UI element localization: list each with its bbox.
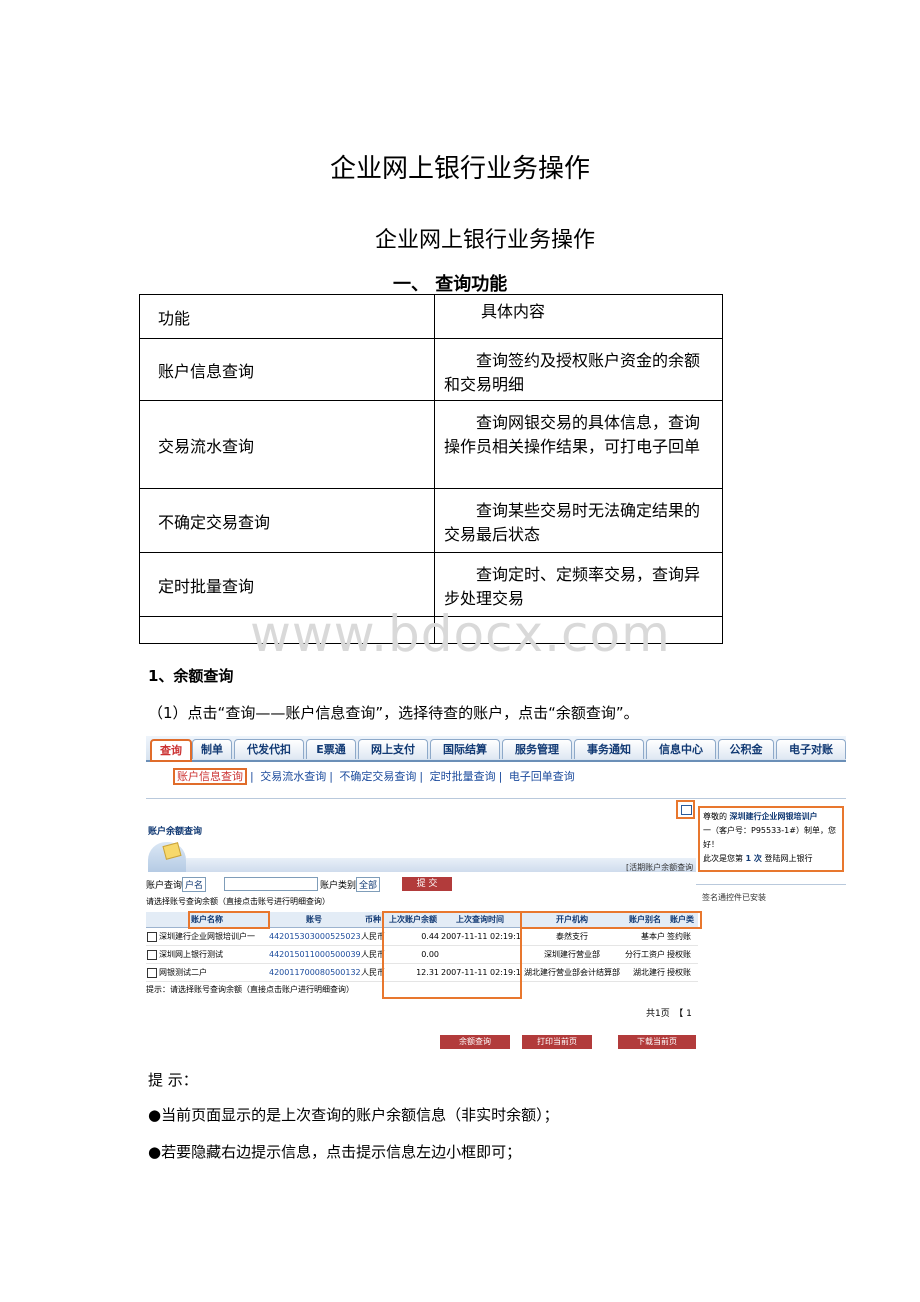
account-name: 网银测试二户 xyxy=(159,968,207,977)
account-number-link[interactable]: 42001170008050013220 xyxy=(268,963,360,982)
tab-order[interactable]: 制单 xyxy=(192,739,232,759)
account-type: 签约账 xyxy=(666,927,698,946)
highlight-box xyxy=(188,911,270,929)
subnav-scheduled-batch[interactable]: 定时批量查询 xyxy=(430,770,496,783)
balance-heading: 1、余额查询 xyxy=(148,667,234,685)
subnav-account-info[interactable]: 账户信息查询 xyxy=(173,768,247,785)
table-cell: 账户信息查询 xyxy=(139,338,435,401)
document-title: 企业网上银行业务操作 xyxy=(329,154,590,184)
alias: 基本户 xyxy=(624,927,666,946)
sub-navigation: 账户信息查询 | 交易流水查询 | 不确定交易查询 | 定时批量查询 | 电子回单查询 xyxy=(170,768,578,785)
row-checkbox[interactable] xyxy=(147,949,157,960)
tip-label: 提 示： xyxy=(148,1071,198,1089)
highlight-box xyxy=(382,911,522,999)
bank-screenshot: 查询 制单 代发代扣 E票通 网上支付 国际结算 服务管理 事务通知 信息中心 … xyxy=(146,736,846,1056)
customer-info: 一（客户号：P95533-1#）制单，您好！ xyxy=(703,826,836,849)
print-page-button[interactable]: 打印当前页 xyxy=(522,1035,592,1049)
col-header: 账号 xyxy=(268,912,360,928)
login-count: 1 次 xyxy=(745,854,762,863)
filter-input[interactable] xyxy=(224,877,318,891)
table-header-cell: 具体内容 xyxy=(434,294,723,339)
tab-ebill[interactable]: E票通 xyxy=(306,739,356,759)
tip-text: 提示：请选择账号查询余额（直接点击账户进行明细查询） xyxy=(146,985,354,994)
header-band xyxy=(186,858,696,872)
signature-status: 签名通控件已安装 xyxy=(702,893,766,902)
subnav-e-receipt[interactable]: 电子回单查询 xyxy=(509,770,575,783)
row-checkbox[interactable] xyxy=(147,967,157,978)
login-prefix: 此次是您第 xyxy=(703,854,743,863)
welcome-greeting: 尊敬的 xyxy=(703,812,727,821)
account-type: 授权账 xyxy=(666,945,698,964)
tab-notices[interactable]: 事务通知 xyxy=(574,739,644,759)
highlight-box xyxy=(520,911,702,929)
table-header-cell: 功能 xyxy=(139,294,435,339)
table-cell: 查询网银交易的具体信息，查询操作员相关操作结果，可打电子回单 xyxy=(434,400,723,489)
account-number-link[interactable]: 44201501100050003939 xyxy=(268,945,360,964)
bullet-item: ●当前页面显示的是上次查询的账户余额信息（非实时余额）； xyxy=(148,1106,559,1124)
tab-payroll[interactable]: 代发代扣 xyxy=(234,739,304,759)
subnav-uncertain-tx[interactable]: 不确定交易查询 xyxy=(339,770,416,783)
toggle-panel-icon[interactable] xyxy=(676,800,695,819)
account-name: 深圳网上银行测试 xyxy=(159,950,223,959)
submit-button[interactable]: 提 交 xyxy=(402,877,452,891)
alias: 分行工资户 xyxy=(624,945,666,964)
filter-label: 账户查询 户名 xyxy=(146,877,207,892)
branch: 泰然支行 xyxy=(520,927,624,946)
function-table: 功能 具体内容 账户信息查询 查询签约及授权账户资金的余额和交易明细 交易流水查… xyxy=(139,294,723,644)
tab-bar: 查询 制单 代发代扣 E票通 网上支付 国际结算 服务管理 事务通知 信息中心 … xyxy=(146,736,846,762)
document-subtitle: 企业网上银行业务操作 xyxy=(374,228,595,253)
account-number-link[interactable]: 44201530300052502365 xyxy=(268,927,360,946)
alias: 湖北建行 xyxy=(624,963,666,982)
branch: 深圳建行营业部 xyxy=(520,945,624,964)
table-cell: 交易流水查询 xyxy=(139,400,435,489)
instruction-text: 请选择账号查询余额（直接点击账号进行明细查询） xyxy=(146,897,330,906)
pager[interactable]: 共1页 【 1 xyxy=(646,1006,692,1019)
step-text: （1）点击“查询——账户信息查询”，选择待查的账户，点击“余额查询”。 xyxy=(148,704,639,722)
subnav-transaction-flow[interactable]: 交易流水查询 xyxy=(260,770,326,783)
type-select-wrap: 全部 xyxy=(356,877,381,892)
table-cell: 查询某些交易时无法确定结果的交易最后状态 xyxy=(434,488,723,553)
divider xyxy=(696,884,846,885)
watermark: www.bdocx.com xyxy=(250,605,671,663)
login-suffix: 登陆网上银行 xyxy=(764,854,813,863)
table-cell: 查询签约及授权账户资金的余额和交易明细 xyxy=(434,338,723,401)
header-hint: [活期账户余额查询 xyxy=(626,863,694,872)
account-name: 深圳建行企业网银培训户一 xyxy=(159,932,255,941)
tab-info-center[interactable]: 信息中心 xyxy=(646,739,716,759)
tab-housing-fund[interactable]: 公积金 xyxy=(718,739,774,759)
row-checkbox[interactable] xyxy=(147,931,157,942)
tab-query[interactable]: 查询 xyxy=(150,739,192,762)
tab-online-pay[interactable]: 网上支付 xyxy=(358,739,428,759)
type-select[interactable]: 全部 xyxy=(356,877,381,892)
tab-service-mgmt[interactable]: 服务管理 xyxy=(502,739,572,759)
account-type: 授权账 xyxy=(666,963,698,982)
divider xyxy=(146,798,846,799)
table-cell: 不确定交易查询 xyxy=(139,488,435,553)
bullet-item: ●若要隐藏右边提示信息，点击提示信息左边小框即可； xyxy=(148,1143,522,1161)
type-label: 账户类别 xyxy=(320,881,357,891)
branch: 湖北建行营业部会计结算部 xyxy=(520,963,624,982)
filter-select[interactable]: 户名 xyxy=(182,877,207,892)
section-heading: 一、 查询功能 xyxy=(393,274,508,295)
welcome-panel: 尊敬的 深圳建行企业网银培训户 一（客户号：P95533-1#）制单，您好！ 此… xyxy=(698,806,844,872)
filter-label-text: 账户查询 xyxy=(146,881,183,891)
tab-intl-settlement[interactable]: 国际结算 xyxy=(430,739,500,759)
tab-e-reconcile[interactable]: 电子对账 xyxy=(776,739,846,759)
balance-query-button[interactable]: 余额查询 xyxy=(440,1035,510,1049)
download-page-button[interactable]: 下载当前页 xyxy=(618,1035,696,1049)
page-title: 账户余额查询 xyxy=(148,827,203,837)
customer-name: 深圳建行企业网银培训户 xyxy=(729,812,818,821)
